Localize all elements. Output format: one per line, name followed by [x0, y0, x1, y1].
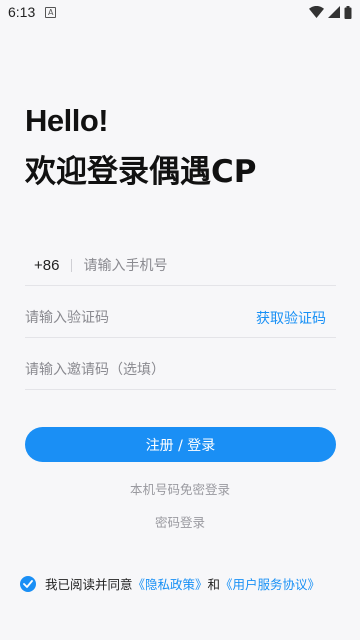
verification-code-field: 获取验证码 — [25, 298, 336, 338]
phone-quick-login-link[interactable]: 本机号码免密登录 — [0, 479, 360, 498]
battery-icon — [344, 5, 352, 19]
agreement-prefix: 我已阅读并同意 — [45, 577, 133, 592]
verification-code-input[interactable] — [25, 298, 256, 337]
phone-field: +86 — [25, 246, 336, 286]
notification-a-icon: A — [45, 6, 57, 18]
signal-icon — [328, 6, 340, 18]
wifi-icon — [309, 6, 324, 18]
terms-of-service-link[interactable]: 《用户服务协议》 — [220, 574, 320, 593]
agreement-conjunction: 和 — [207, 577, 221, 592]
status-bar: 6:13 A — [0, 0, 360, 24]
agreement-checkbox[interactable] — [20, 575, 36, 592]
welcome-heading: 欢迎登录偶遇CP — [25, 154, 257, 190]
get-code-button[interactable]: 获取验证码 — [256, 308, 326, 328]
privacy-policy-link[interactable]: 《隐私政策》 — [133, 574, 208, 593]
phone-input[interactable] — [83, 246, 336, 285]
status-icons — [309, 5, 352, 19]
check-icon — [23, 579, 33, 588]
field-divider — [71, 259, 73, 272]
register-login-button[interactable]: 注册 / 登录 — [25, 427, 336, 462]
status-time: 6:13 — [8, 4, 36, 20]
country-code[interactable]: +86 — [34, 257, 59, 274]
hello-heading: Hello! — [25, 103, 109, 138]
invite-code-input[interactable] — [25, 350, 336, 389]
invite-code-field — [25, 350, 336, 390]
password-login-link[interactable]: 密码登录 — [0, 512, 360, 531]
agreement-row: 我已阅读并同意 《隐私政策》 和 《用户服务协议》 — [20, 574, 320, 593]
